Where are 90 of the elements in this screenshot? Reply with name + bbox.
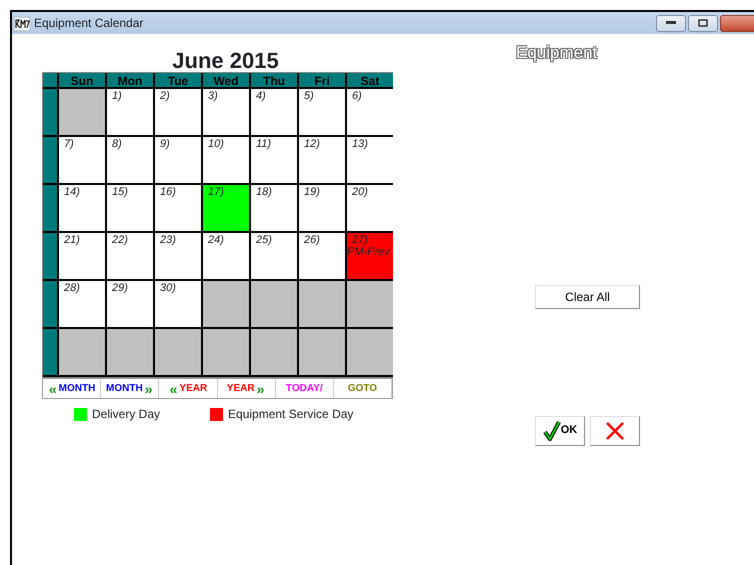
weekday-header: Fri — [297, 73, 345, 89]
day-cell[interactable]: 2) — [153, 89, 201, 137]
day-number: 8) — [112, 138, 122, 150]
day-cell[interactable]: 4) — [249, 89, 297, 137]
weekday-header: Mon — [105, 73, 153, 89]
day-number: 29) — [112, 282, 128, 294]
cancel-button[interactable] — [590, 416, 640, 446]
day-number: 14) — [64, 186, 80, 198]
weekday-header: Thu — [249, 73, 297, 89]
week-handle[interactable] — [43, 89, 57, 137]
ok-button[interactable]: OK — [535, 416, 585, 446]
day-number: 6) — [352, 90, 362, 102]
day-cell[interactable]: 23) — [153, 233, 201, 281]
day-number: 9) — [160, 138, 170, 150]
day-cell[interactable]: 12) — [297, 137, 345, 185]
minimize-icon — [666, 21, 676, 25]
app-logo-icon — [14, 14, 30, 32]
day-number: 12) — [304, 138, 320, 150]
day-cell[interactable]: 8) — [105, 137, 153, 185]
day-cell[interactable]: 3) — [201, 89, 249, 137]
day-cell[interactable]: 20) — [345, 185, 393, 233]
day-number: 10) — [208, 138, 224, 150]
day-cell[interactable]: 11) — [249, 137, 297, 185]
day-cell[interactable]: 19) — [297, 185, 345, 233]
day-cell[interactable]: 5) — [297, 89, 345, 137]
week-handle[interactable] — [43, 329, 57, 377]
event-label: PM-Prev — [347, 246, 392, 258]
day-number: 21) — [64, 234, 80, 246]
day-cell[interactable]: 15) — [105, 185, 153, 233]
day-number: 28) — [64, 282, 80, 294]
legend-label: Equipment Service Day — [228, 406, 354, 423]
day-number: 20) — [352, 186, 368, 198]
day-cell[interactable]: 27) PM-Prev — [345, 233, 393, 281]
day-cell[interactable]: 1) — [105, 89, 153, 137]
calendar-title: June 2015 — [171, 50, 280, 72]
minimize-button[interactable] — [656, 14, 686, 32]
day-cell[interactable]: 6) — [345, 89, 393, 137]
day-number: 7) — [64, 138, 74, 150]
legend-label: Delivery Day — [92, 406, 160, 423]
day-number: 18) — [256, 186, 272, 198]
day-cell[interactable]: 10) — [201, 137, 249, 185]
weekday-header: Wed — [201, 73, 249, 89]
day-number: 17) — [208, 186, 224, 198]
day-number: 13) — [352, 138, 368, 150]
week-handle[interactable] — [43, 137, 57, 185]
day-cell[interactable]: 26) — [297, 233, 345, 281]
day-number: 5) — [304, 90, 314, 102]
day-number: 25) — [256, 234, 272, 246]
clear-all-button[interactable]: Clear All — [535, 284, 640, 308]
day-cell[interactable]: 17) — [201, 185, 249, 233]
week-handle[interactable] — [43, 185, 57, 233]
day-number: 2) — [160, 90, 170, 102]
week-handle[interactable] — [43, 233, 57, 281]
day-number: 22) — [112, 234, 128, 246]
checkmark-icon — [542, 420, 561, 440]
day-number: 27) — [352, 234, 368, 246]
day-number: 4) — [256, 90, 266, 102]
day-cell[interactable]: 30) — [153, 281, 201, 329]
day-number: 30) — [160, 282, 176, 294]
day-number: 3) — [208, 90, 218, 102]
section-heading: Equipment — [516, 42, 600, 64]
maximize-icon — [698, 19, 708, 27]
close-button[interactable] — [720, 14, 754, 32]
day-cell[interactable]: 14) — [57, 185, 105, 233]
day-cell[interactable]: 21) — [57, 233, 105, 281]
day-number: 26) — [304, 234, 320, 246]
weekday-header: Tue — [153, 73, 201, 89]
day-cell[interactable]: 9) — [153, 137, 201, 185]
day-number: 1) — [112, 90, 122, 102]
day-cell[interactable]: 18) — [249, 185, 297, 233]
day-cell[interactable]: 16) — [153, 185, 201, 233]
maximize-button[interactable] — [688, 14, 718, 32]
day-number: 23) — [160, 234, 176, 246]
close-icon — [605, 420, 625, 440]
day-number: 16) — [160, 186, 176, 198]
day-cell[interactable]: 22) — [105, 233, 153, 281]
day-cell[interactable]: 24) — [201, 233, 249, 281]
day-cell[interactable]: 25) — [249, 233, 297, 281]
day-cell[interactable]: 7) — [57, 137, 105, 185]
day-cell[interactable]: 13) — [345, 137, 393, 185]
day-number: 19) — [304, 186, 320, 198]
day-cell[interactable]: 28) — [57, 281, 105, 329]
weekday-header: Sun — [57, 73, 105, 89]
day-number: 11) — [256, 138, 272, 150]
day-cell[interactable]: 29) — [105, 281, 153, 329]
day-number: 24) — [208, 234, 224, 246]
day-number: 15) — [112, 186, 128, 198]
week-handle[interactable] — [43, 281, 57, 329]
window-title: Equipment Calendar — [34, 15, 144, 32]
weekday-header: Sat — [345, 73, 393, 89]
